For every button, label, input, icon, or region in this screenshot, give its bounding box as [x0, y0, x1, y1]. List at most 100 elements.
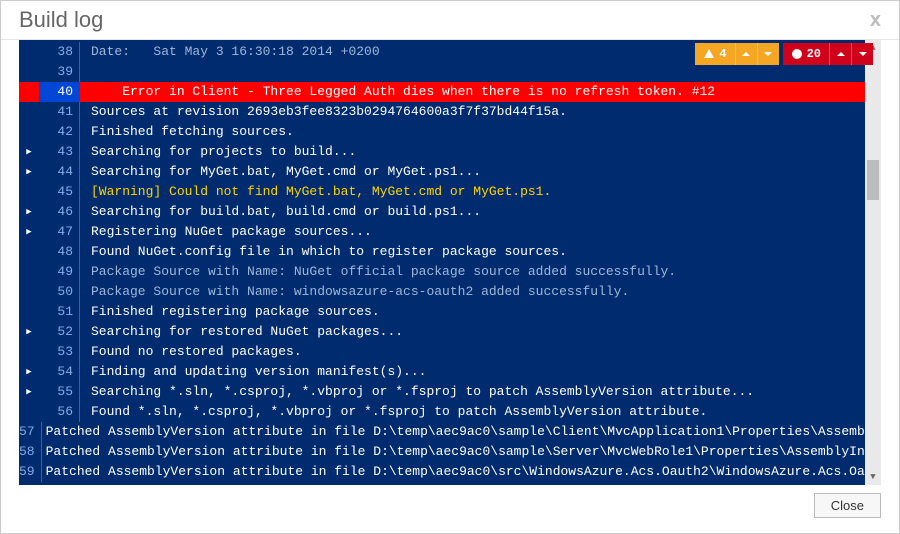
gutter-separator — [41, 442, 42, 462]
line-number: 44 — [39, 162, 79, 182]
line-number: 38 — [39, 42, 79, 62]
expand-caret-icon[interactable]: ▶ — [19, 322, 39, 342]
error-next-button[interactable] — [851, 43, 873, 65]
log-text: [Warning] Could not find MyGet.bat, MyGe… — [91, 182, 881, 202]
gutter-separator — [79, 42, 87, 62]
gutter-separator — [79, 382, 87, 402]
warning-next-button[interactable] — [757, 43, 779, 65]
warning-prev-button[interactable] — [735, 43, 757, 65]
log-text: Finding and updating version manifest(s)… — [91, 362, 881, 382]
warning-badge[interactable]: 4 — [695, 43, 778, 65]
log-line[interactable]: ▶46 Searching for build.bat, build.cmd or… — [19, 202, 881, 222]
line-number: 56 — [39, 402, 79, 422]
line-number: 48 — [39, 242, 79, 262]
warning-triangle-icon — [703, 48, 715, 60]
log-line[interactable]: 58Patched AssemblyVersion attribute in f… — [19, 442, 881, 462]
gutter-separator — [79, 182, 87, 202]
line-number: 58 — [19, 442, 41, 462]
expand-caret-icon[interactable]: ▶ — [19, 142, 39, 162]
log-text: Registering NuGet package sources... — [91, 222, 881, 242]
log-text: Found no restored packages. — [91, 342, 881, 362]
log-line[interactable]: 45 [Warning] Could not find MyGet.bat, My… — [19, 182, 881, 202]
line-number: 57 — [19, 422, 41, 442]
dialog-footer: Close — [1, 485, 899, 526]
log-line[interactable]: 51 Finished registering package sources. — [19, 302, 881, 322]
gutter-separator — [79, 362, 87, 382]
log-text-wrapped: \Properties\AssemblyInfo.cs — [19, 482, 881, 485]
log-text: Searching *.sln, *.csproj, *.vbproj or *… — [91, 382, 881, 402]
line-number: 40 — [39, 82, 79, 102]
vertical-scrollbar[interactable]: ▲ ▼ — [865, 40, 881, 485]
log-text: Searching for build.bat, build.cmd or bu… — [91, 202, 881, 222]
line-number: 50 — [39, 282, 79, 302]
gutter-separator — [79, 282, 87, 302]
line-number: 41 — [39, 102, 79, 122]
line-number: 59 — [19, 462, 41, 482]
gutter-separator — [79, 322, 87, 342]
error-circle-icon — [791, 48, 803, 60]
line-number: 54 — [39, 362, 79, 382]
line-number: 47 — [39, 222, 79, 242]
log-line[interactable]: ▶44 Searching for MyGet.bat, MyGet.cmd or… — [19, 162, 881, 182]
log-text: Searching for MyGet.bat, MyGet.cmd or My… — [91, 162, 881, 182]
gutter-separator — [79, 262, 87, 282]
line-number: 45 — [39, 182, 79, 202]
log-line[interactable]: 50Package Source with Name: windowsazure… — [19, 282, 881, 302]
scroll-thumb[interactable] — [867, 160, 879, 200]
log-area: 4 20 — [19, 40, 881, 485]
log-line[interactable]: 40 Error in Client - Three Legged Auth d… — [19, 82, 881, 102]
line-number: 43 — [39, 142, 79, 162]
line-number: 53 — [39, 342, 79, 362]
error-prev-button[interactable] — [829, 43, 851, 65]
log-line[interactable]: ▶47 Registering NuGet package sources... — [19, 222, 881, 242]
dialog-header: Build log x — [1, 1, 899, 40]
line-number: 52 — [39, 322, 79, 342]
status-badges: 4 20 — [695, 43, 873, 65]
error-badge[interactable]: 20 — [783, 43, 873, 65]
log-text: Error in Client - Three Legged Auth dies… — [91, 82, 881, 102]
log-text: Patched AssemblyVersion attribute in fil… — [46, 442, 881, 462]
log-container: 4 20 — [1, 40, 899, 485]
expand-caret-icon[interactable]: ▶ — [19, 162, 39, 182]
gutter-separator — [79, 102, 87, 122]
log-lines: 38Date: Sat May 3 16:30:18 2014 +0200394… — [19, 40, 881, 485]
log-line[interactable]: 56 Found *.sln, *.csproj, *.vbproj or *.f… — [19, 402, 881, 422]
error-count: 20 — [807, 44, 821, 64]
log-text: Found NuGet.config file in which to regi… — [91, 242, 881, 262]
log-line[interactable]: ▶52 Searching for restored NuGet packages… — [19, 322, 881, 342]
expand-caret-icon[interactable]: ▶ — [19, 362, 39, 382]
close-icon[interactable]: x — [870, 9, 881, 32]
log-line[interactable]: 48 Found NuGet.config file in which to re… — [19, 242, 881, 262]
chevron-down-icon — [857, 48, 869, 60]
gutter-separator — [41, 462, 42, 482]
log-line[interactable]: 41Sources at revision 2693eb3fee8323b029… — [19, 102, 881, 122]
log-line[interactable]: 42 Finished fetching sources. — [19, 122, 881, 142]
line-number: 46 — [39, 202, 79, 222]
gutter-separator — [79, 62, 87, 82]
log-line[interactable]: 39 — [19, 62, 881, 82]
expand-caret-icon[interactable]: ▶ — [19, 222, 39, 242]
log-text: Package Source with Name: NuGet official… — [91, 262, 881, 282]
log-line[interactable]: ▶43 Searching for projects to build... — [19, 142, 881, 162]
log-line[interactable]: 57Patched AssemblyVersion attribute in f… — [19, 422, 881, 442]
close-button[interactable]: Close — [814, 493, 881, 518]
expand-caret-icon[interactable]: ▶ — [19, 202, 39, 222]
gutter-separator — [79, 402, 87, 422]
line-number: 39 — [39, 62, 79, 82]
line-number: 55 — [39, 382, 79, 402]
line-number: 42 — [39, 122, 79, 142]
log-line[interactable]: 49Package Source with Name: NuGet offici… — [19, 262, 881, 282]
log-text: Finished fetching sources. — [91, 122, 881, 142]
log-line[interactable]: 59Patched AssemblyVersion attribute in f… — [19, 462, 881, 482]
chevron-down-icon — [762, 48, 774, 60]
log-text: Finished registering package sources. — [91, 302, 881, 322]
log-line[interactable]: ▶55 Searching *.sln, *.csproj, *.vbproj o… — [19, 382, 881, 402]
line-number: 51 — [39, 302, 79, 322]
log-line[interactable]: 53 Found no restored packages. — [19, 342, 881, 362]
scroll-down-arrow-icon[interactable]: ▼ — [865, 469, 881, 485]
log-text: Found *.sln, *.csproj, *.vbproj or *.fsp… — [91, 402, 881, 422]
log-text: Searching for restored NuGet packages... — [91, 322, 881, 342]
log-line[interactable]: ▶54 Finding and updating version manifest… — [19, 362, 881, 382]
log-text: Searching for projects to build... — [91, 142, 881, 162]
expand-caret-icon[interactable]: ▶ — [19, 382, 39, 402]
